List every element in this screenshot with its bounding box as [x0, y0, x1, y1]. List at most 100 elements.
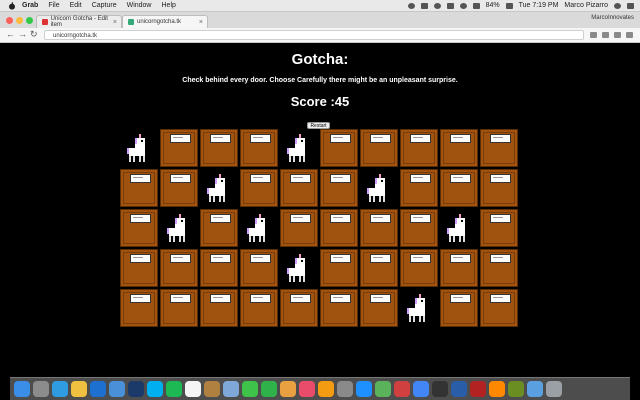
closed-door[interactable]	[160, 249, 198, 287]
revealed-unicorn-cell[interactable]	[400, 289, 438, 327]
vlc-icon[interactable]	[489, 381, 505, 397]
downloads-icon[interactable]	[527, 381, 543, 397]
revealed-unicorn-cell[interactable]	[200, 169, 238, 207]
safari-icon[interactable]	[52, 381, 68, 397]
sketchup-icon[interactable]	[394, 381, 410, 397]
chrome-icon[interactable]	[413, 381, 429, 397]
menu-file[interactable]: File	[48, 2, 59, 9]
forward-arrow-icon[interactable]: →	[18, 29, 27, 39]
facetime-icon[interactable]	[261, 381, 277, 397]
tray-app-icon[interactable]	[420, 2, 428, 9]
closed-door[interactable]	[320, 169, 358, 207]
closed-door[interactable]	[400, 169, 438, 207]
closed-door[interactable]	[320, 249, 358, 287]
close-tab-icon[interactable]: ×	[113, 19, 117, 26]
closed-door[interactable]	[440, 169, 478, 207]
back-arrow-icon[interactable]: ←	[6, 29, 15, 39]
closed-door[interactable]	[120, 169, 158, 207]
closed-door[interactable]	[280, 289, 318, 327]
spotlight-icon[interactable]	[614, 2, 621, 9]
revealed-unicorn-cell[interactable]	[160, 209, 198, 247]
reload-icon[interactable]: ↻	[30, 29, 38, 40]
closed-door[interactable]	[240, 129, 278, 167]
close-window-icon[interactable]	[6, 17, 13, 24]
contacts-icon[interactable]	[204, 381, 220, 397]
cast-icon[interactable]	[614, 32, 621, 38]
closed-door[interactable]	[160, 289, 198, 327]
address-bar[interactable]: unicorngotcha.tk	[44, 30, 584, 40]
itunes-icon[interactable]	[299, 381, 315, 397]
closed-door[interactable]	[360, 249, 398, 287]
browser-tab-active[interactable]: unicorngotcha.tk ×	[122, 15, 208, 28]
minimize-window-icon[interactable]	[16, 17, 23, 24]
tray-app-icon[interactable]	[407, 2, 415, 9]
zoom-window-icon[interactable]	[26, 17, 33, 24]
closed-door[interactable]	[480, 289, 518, 327]
extension-icon[interactable]	[602, 32, 609, 38]
trash-icon[interactable]	[546, 381, 562, 397]
closed-door[interactable]	[120, 209, 158, 247]
folder-icon[interactable]	[109, 381, 125, 397]
notes-icon[interactable]	[71, 381, 87, 397]
terminal-icon[interactable]	[432, 381, 448, 397]
finder-icon[interactable]	[14, 381, 30, 397]
closed-door[interactable]	[360, 129, 398, 167]
filezilla-icon[interactable]	[470, 381, 486, 397]
closed-door[interactable]	[400, 249, 438, 287]
menu-app-name[interactable]: Grab	[22, 2, 38, 9]
closed-door[interactable]	[200, 129, 238, 167]
closed-door[interactable]	[480, 209, 518, 247]
revealed-unicorn-cell[interactable]	[120, 129, 158, 167]
bookmark-star-icon[interactable]	[590, 32, 597, 38]
revealed-unicorn-cell[interactable]	[280, 249, 318, 287]
skype-icon[interactable]	[147, 381, 163, 397]
battery-percent[interactable]: 84%	[486, 2, 500, 9]
closed-door[interactable]	[360, 289, 398, 327]
closed-door[interactable]	[360, 209, 398, 247]
xcode-icon[interactable]	[451, 381, 467, 397]
closed-door[interactable]	[200, 209, 238, 247]
maps-icon[interactable]	[375, 381, 391, 397]
menu-user[interactable]: Marco Pizarro	[564, 2, 608, 9]
wifi-icon[interactable]	[459, 2, 467, 9]
closed-door[interactable]	[440, 289, 478, 327]
closed-door[interactable]	[200, 249, 238, 287]
bluetooth-icon[interactable]	[446, 2, 454, 9]
preview-icon[interactable]	[223, 381, 239, 397]
closed-door[interactable]	[440, 249, 478, 287]
browser-tab[interactable]: Unicorn Gotcha - Edit item ×	[36, 15, 122, 28]
app-store-icon[interactable]	[356, 381, 372, 397]
closed-door[interactable]	[400, 209, 438, 247]
closed-door[interactable]	[280, 209, 318, 247]
closed-door[interactable]	[440, 129, 478, 167]
menu-edit[interactable]: Edit	[70, 2, 82, 9]
close-tab-icon[interactable]: ×	[199, 19, 203, 26]
calendar-icon[interactable]	[185, 381, 201, 397]
closed-door[interactable]	[160, 169, 198, 207]
menu-window[interactable]: Window	[127, 2, 152, 9]
revealed-unicorn-cell[interactable]	[440, 209, 478, 247]
apple-icon[interactable]	[8, 1, 16, 10]
menu-help[interactable]: Help	[162, 2, 176, 9]
messages-icon[interactable]	[242, 381, 258, 397]
system-prefs-icon[interactable]	[337, 381, 353, 397]
ibooks-icon[interactable]	[318, 381, 334, 397]
closed-door[interactable]	[280, 169, 318, 207]
revealed-unicorn-cell[interactable]	[360, 169, 398, 207]
battery-icon[interactable]	[505, 2, 513, 9]
closed-door[interactable]	[480, 129, 518, 167]
launchpad-icon[interactable]	[33, 381, 49, 397]
closed-door[interactable]	[480, 169, 518, 207]
closed-door[interactable]	[400, 129, 438, 167]
closed-door[interactable]	[320, 129, 358, 167]
spotify-icon[interactable]	[166, 381, 182, 397]
menu-icon[interactable]	[626, 32, 633, 38]
closed-door[interactable]	[320, 289, 358, 327]
revealed-unicorn-cell[interactable]	[280, 129, 318, 167]
closed-door[interactable]	[120, 249, 158, 287]
volume-icon[interactable]	[472, 2, 480, 9]
minecraft-icon[interactable]	[508, 381, 524, 397]
closed-door[interactable]	[240, 249, 278, 287]
closed-door[interactable]	[120, 289, 158, 327]
menu-clock[interactable]: Tue 7:19 PM	[519, 2, 559, 9]
